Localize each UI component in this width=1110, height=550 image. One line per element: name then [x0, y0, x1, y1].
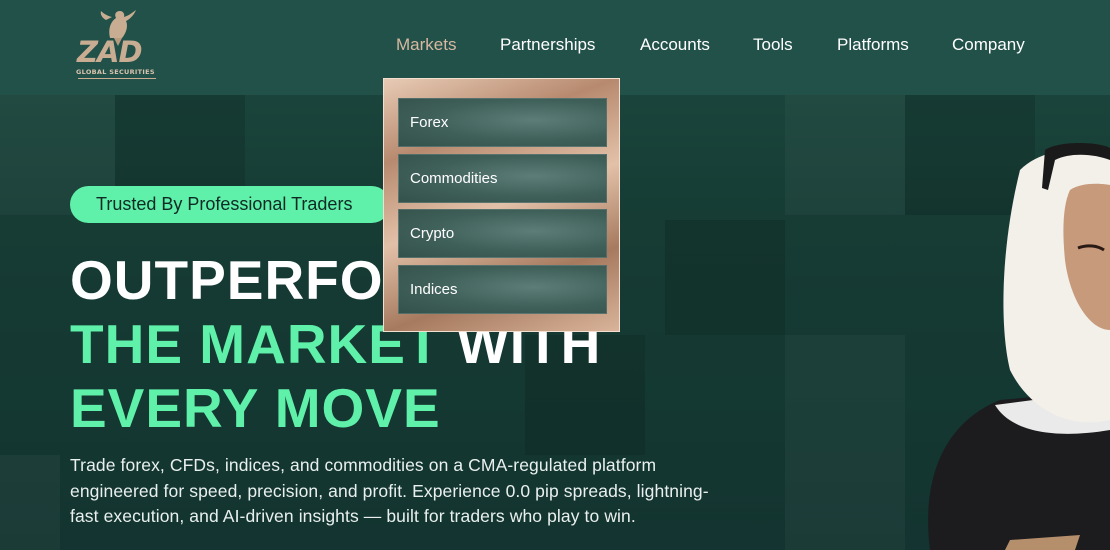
nav-item-markets[interactable]: Markets — [396, 35, 456, 55]
brand-underline — [78, 78, 156, 79]
hero-description: Trade forex, CFDs, indices, and commodit… — [70, 455, 709, 526]
nav-item-partnerships[interactable]: Partnerships — [500, 35, 595, 55]
trust-badge: Trusted By Professional Traders — [70, 186, 390, 223]
main-nav: Markets Partnerships Accounts Tools Plat… — [0, 35, 1110, 57]
menu-item-crypto[interactable]: Crypto — [398, 209, 607, 258]
nav-item-accounts[interactable]: Accounts — [640, 35, 710, 55]
nav-item-platforms[interactable]: Platforms — [837, 35, 909, 55]
brand-tagline: GLOBAL SECURITIES — [76, 68, 155, 76]
bg-tile — [785, 335, 905, 455]
trader-portrait-image — [928, 143, 1110, 550]
menu-item-indices[interactable]: Indices — [398, 264, 607, 314]
bg-tile — [665, 220, 785, 335]
nav-item-tools[interactable]: Tools — [753, 35, 793, 55]
bg-tile — [785, 95, 905, 215]
markets-dropdown-menu: Forex Commodities Crypto Indices — [383, 78, 620, 332]
nav-item-company[interactable]: Company — [952, 35, 1025, 55]
headline-line-3: EVERY MOVE — [70, 377, 441, 439]
bg-tile — [785, 455, 905, 550]
menu-item-forex[interactable]: Forex — [398, 98, 607, 147]
bg-tile — [0, 455, 60, 550]
menu-item-commodities[interactable]: Commodities — [398, 153, 607, 203]
